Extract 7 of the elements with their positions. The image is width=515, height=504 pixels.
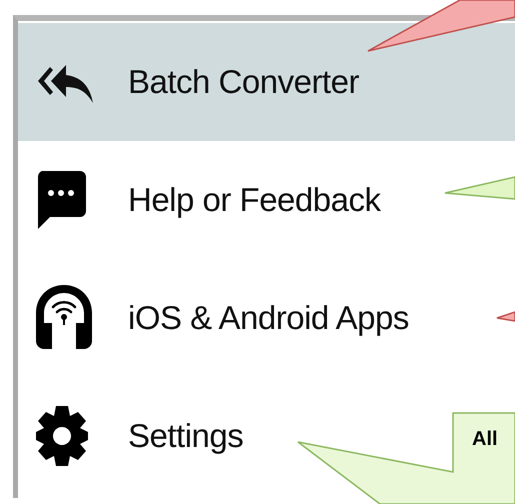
menu-item[interactable]: iOS & Android Apps bbox=[18, 259, 515, 377]
headphones-icon bbox=[36, 285, 92, 351]
settings-icon bbox=[36, 404, 88, 468]
chat-bubble-icon bbox=[36, 171, 86, 229]
menu-item[interactable]: Batch Converter bbox=[18, 23, 515, 141]
callout-tooltip-text: All bbox=[472, 428, 498, 451]
menu-item[interactable]: Help or Feedback bbox=[18, 141, 515, 259]
